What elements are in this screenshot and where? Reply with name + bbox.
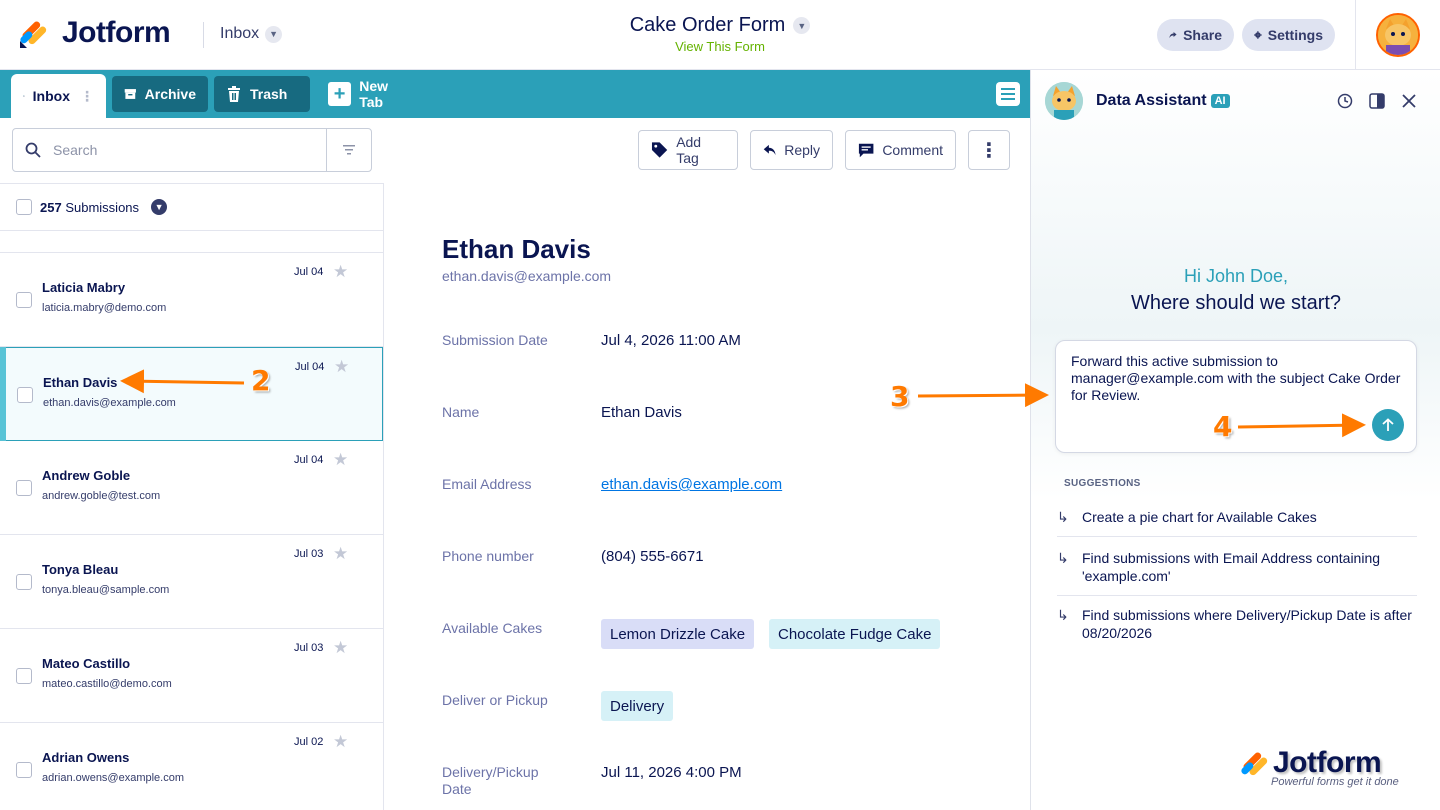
annotation-number-2: 2	[251, 364, 271, 397]
annotation-arrow-3	[917, 383, 1049, 408]
annotation-arrows	[120, 369, 1366, 438]
annotation-arrow-4	[1237, 413, 1366, 438]
annotation-number-3: 3	[890, 380, 910, 413]
annotation-arrow-2	[120, 369, 245, 394]
annotation-number-4: 4	[1213, 410, 1233, 443]
